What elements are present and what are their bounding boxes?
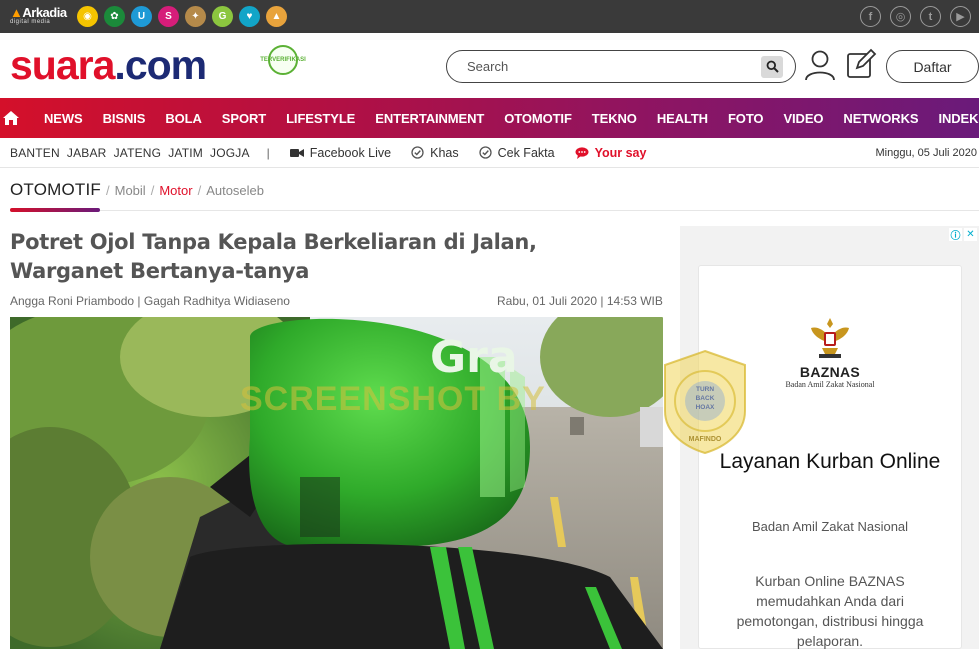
nav-item-lifestyle[interactable]: LIFESTYLE: [286, 111, 355, 126]
arkadia-logo[interactable]: ▲Arkadia digital media: [10, 6, 68, 28]
article-published-date: Rabu, 01 Juli 2020 | 14:53 WIB: [497, 294, 663, 308]
breadcrumb-item-mobil[interactable]: Mobil: [115, 183, 146, 198]
write-article-icon[interactable]: [845, 48, 877, 80]
home-icon[interactable]: [2, 98, 20, 138]
youtube-icon[interactable]: ▶: [950, 6, 971, 27]
cek-fakta-link[interactable]: Cek Fakta: [478, 146, 555, 160]
region-links: BANTEN JABAR JATENG JATIM JOGJA: [0, 146, 250, 160]
nav-item-news[interactable]: NEWS: [44, 111, 83, 126]
check-circle-icon: [478, 146, 492, 159]
breadcrumb-separator: /: [150, 183, 155, 198]
network-icon-5[interactable]: ✦: [185, 6, 206, 27]
network-icon-8[interactable]: ▲: [266, 6, 287, 27]
subnav-separator: |: [266, 145, 270, 160]
article-main-image[interactable]: Gra: [10, 317, 663, 649]
your-say-link[interactable]: Your say: [575, 146, 646, 160]
ad-description: Kurban Online BAZNAS memudahkan Anda dar…: [736, 573, 924, 649]
nav-item-foto[interactable]: FOTO: [728, 111, 764, 126]
baznas-ad-card[interactable]: BAZNAS Badan Amil Zakat Nasional Layanan…: [698, 265, 962, 649]
chat-bubble-icon: [575, 146, 589, 159]
region-link-jateng[interactable]: JATENG: [114, 146, 162, 160]
region-link-banten[interactable]: BANTEN: [10, 146, 60, 160]
arkadia-logo-sub: digital media: [10, 18, 51, 25]
baznas-logo-text: BAZNAS: [799, 364, 861, 380]
register-button[interactable]: Daftar: [886, 50, 979, 83]
facebook-live-link[interactable]: Facebook Live: [289, 146, 391, 160]
network-icon-7[interactable]: ♥: [239, 6, 260, 27]
ad-controls: ⓘ ✕: [949, 228, 977, 242]
search-box: [446, 50, 796, 83]
nav-item-indeks[interactable]: INDEKS: [938, 111, 979, 126]
nav-item-video[interactable]: VIDEO: [783, 111, 823, 126]
article-authors: Angga Roni Priambodo | Gagah Radhitya Wi…: [10, 294, 290, 308]
verified-badge-icon: TERVERIFIKASI: [260, 45, 306, 75]
site-header: suara.com TERVERIFIKASI Daftar: [0, 33, 979, 98]
ad-close-icon[interactable]: ✕: [964, 228, 977, 241]
suara-logo[interactable]: suara.com: [10, 43, 207, 87]
nav-item-sport[interactable]: SPORT: [222, 111, 266, 126]
search-button[interactable]: [761, 55, 783, 78]
ad-title: Layanan Kurban Online: [719, 450, 941, 473]
sub-navigation: BANTEN JABAR JATENG JATIM JOGJA | Facebook L…: [0, 138, 979, 168]
instagram-icon[interactable]: ◎: [890, 6, 911, 27]
nav-item-bisnis[interactable]: BISNIS: [103, 111, 146, 126]
nav-item-otomotif[interactable]: OTOMOTIF: [504, 111, 572, 126]
article-title: Potret Ojol Tanpa Kepala Berkeliaran di …: [10, 230, 537, 283]
nav-item-bola[interactable]: BOLA: [165, 111, 202, 126]
network-icon-3[interactable]: U: [131, 6, 152, 27]
network-bar: ▲Arkadia digital media ◉ ✿ U S ✦ G ♥ ▲ f ◎ t ▶: [0, 0, 979, 33]
video-camera-icon: [289, 148, 304, 157]
breadcrumb-item-motor[interactable]: Motor: [159, 183, 192, 198]
motorcycle-rider-photo: Gra: [10, 317, 663, 649]
twitter-icon[interactable]: t: [920, 6, 941, 27]
breadcrumb-divider: [10, 210, 979, 211]
region-link-jatim[interactable]: JATIM: [168, 146, 203, 160]
garuda-emblem-icon: [811, 318, 849, 358]
user-account-icon[interactable]: [803, 48, 837, 82]
region-link-jogja[interactable]: JOGJA: [210, 146, 250, 160]
ad-info-icon[interactable]: ⓘ: [949, 228, 962, 242]
search-input[interactable]: [467, 59, 761, 74]
check-circle-icon: [411, 146, 424, 159]
network-icon-6[interactable]: G: [212, 6, 233, 27]
nav-item-tekno[interactable]: TEKNO: [592, 111, 637, 126]
facebook-icon[interactable]: f: [860, 6, 881, 27]
region-link-jabar[interactable]: JABAR: [67, 146, 107, 160]
nav-item-networks[interactable]: NETWORKS: [843, 111, 918, 126]
breadcrumb-item-autoseleb[interactable]: Autoseleb: [206, 183, 264, 198]
network-icon-4[interactable]: S: [158, 6, 179, 27]
network-icon-1[interactable]: ◉: [77, 6, 98, 27]
network-sites: ◉ ✿ U S ✦ G ♥ ▲: [77, 6, 287, 27]
breadcrumb: OTOMOTIF / Mobil / Motor / Autoseleb: [10, 180, 264, 200]
current-date: Minggu, 05 Juli 2020: [875, 147, 977, 159]
breadcrumb-active-underline: [10, 208, 100, 212]
breadcrumb-separator: /: [106, 183, 110, 198]
helmet-logo-text: Gra: [430, 332, 518, 383]
main-navigation: NEWS BISNIS BOLA SPORT LIFESTYLE ENTERTAINMEN…: [0, 98, 979, 138]
khas-link[interactable]: Khas: [411, 146, 459, 160]
social-links: f ◎ t ▶: [860, 6, 971, 27]
breadcrumb-separator: /: [197, 183, 202, 198]
nav-item-health[interactable]: HEALTH: [657, 111, 708, 126]
nav-item-entertainment[interactable]: ENTERTAINMENT: [375, 111, 484, 126]
breadcrumb-category[interactable]: OTOMOTIF: [10, 180, 101, 200]
network-icon-2[interactable]: ✿: [104, 6, 125, 27]
baznas-logo-subtitle: Badan Amil Zakat Nasional: [785, 380, 875, 389]
arkadia-logo-text: ▲Arkadia: [10, 4, 67, 20]
ad-organization: Badan Amil Zakat Nasional: [751, 519, 909, 534]
search-icon: [766, 60, 779, 73]
